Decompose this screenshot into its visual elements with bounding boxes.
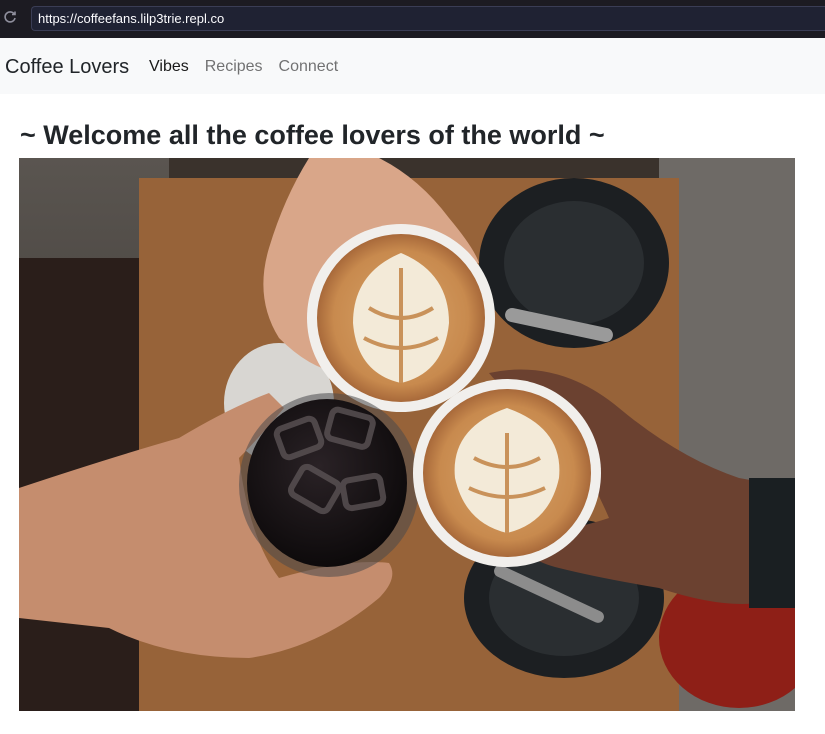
browser-toolbar: https://coffeefans.lilp3trie.repl.co <box>0 0 825 38</box>
nav-link-recipes[interactable]: Recipes <box>205 58 263 76</box>
address-bar[interactable]: https://coffeefans.lilp3trie.repl.co <box>31 6 825 31</box>
nav-link-connect[interactable]: Connect <box>279 58 339 76</box>
hero-image <box>19 158 795 711</box>
navbar: Coffee Lovers Vibes Recipes Connect <box>0 38 825 94</box>
reload-icon[interactable] <box>2 9 18 25</box>
coffee-toast-illustration <box>19 158 795 711</box>
nav-link-vibes[interactable]: Vibes <box>149 58 189 76</box>
navbar-brand[interactable]: Coffee Lovers <box>5 56 129 79</box>
page-title: ~ Welcome all the coffee lovers of the w… <box>20 120 605 150</box>
nav-links: Vibes Recipes Connect <box>149 58 354 76</box>
address-bar-url[interactable]: https://coffeefans.lilp3trie.repl.co <box>38 11 224 26</box>
